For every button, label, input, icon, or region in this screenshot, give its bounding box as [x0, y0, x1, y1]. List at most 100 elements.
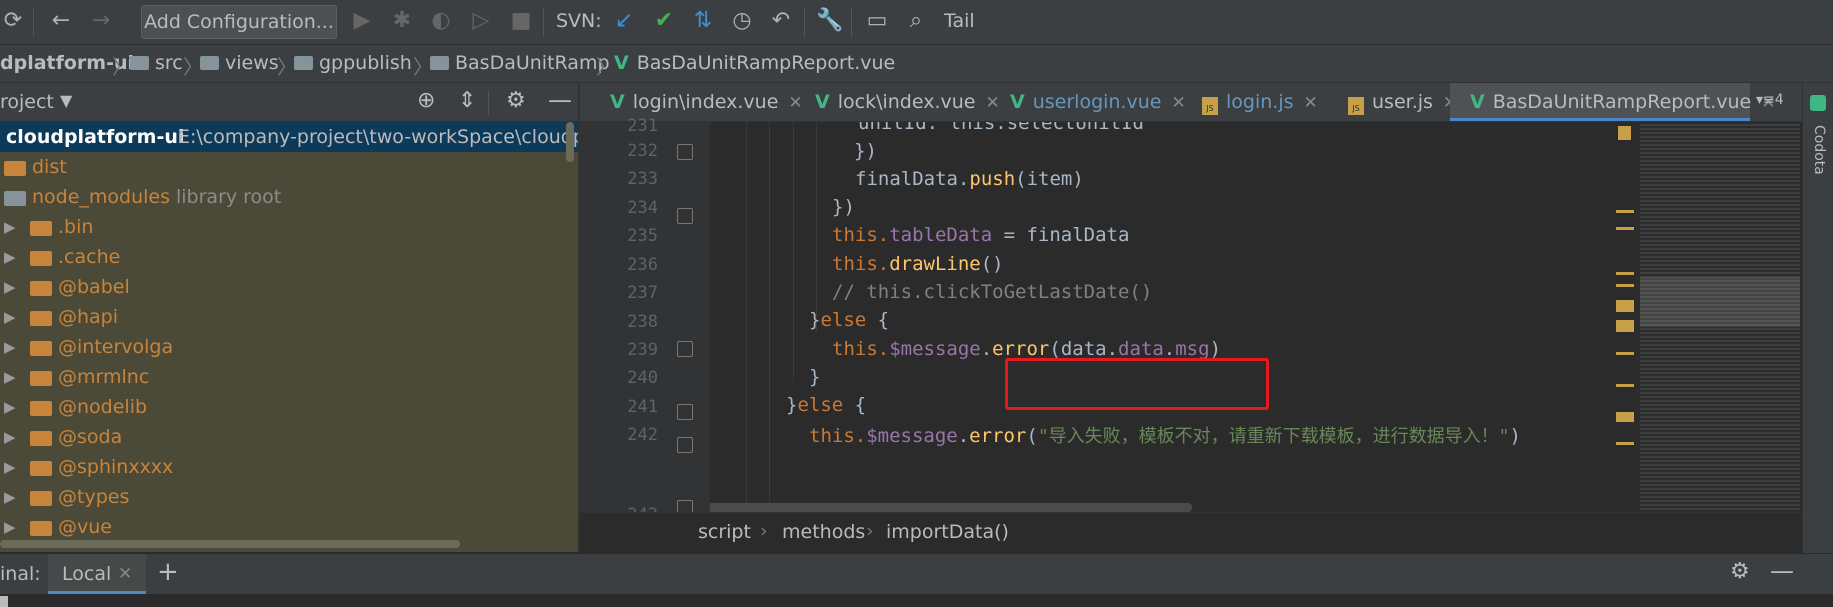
tree-item[interactable]: ▶ .cache [0, 242, 578, 272]
collapse-all-icon[interactable]: ⇕ [458, 88, 476, 113]
project-panel-title[interactable]: roject [0, 91, 54, 113]
add-configuration-button[interactable]: Add Configuration... [141, 5, 337, 39]
tree-item[interactable]: ▶ .bin [0, 212, 578, 242]
breadcrumb-basdaunitramp[interactable]: BasDaUnitRamp [430, 52, 610, 74]
svn-update-icon[interactable]: ↙ [611, 8, 637, 34]
tab-login-js[interactable]: JS login.js ✕ [1197, 83, 1342, 121]
wrench-icon[interactable]: 🔧 [816, 8, 843, 34]
tab-lock-index-vue[interactable]: Vlock\index.vue ✕ [810, 83, 1005, 121]
horizontal-scrollbar[interactable] [0, 540, 460, 548]
usage-marker[interactable] [1616, 300, 1634, 312]
tree-item[interactable]: ▶ @sphinxxxx [0, 452, 578, 482]
line-number: 240 [627, 368, 658, 388]
tail-label[interactable]: Tail [944, 10, 975, 32]
expand-arrow-icon[interactable]: ▶ [4, 422, 16, 452]
expand-arrow-icon[interactable]: ▶ [4, 452, 16, 482]
terminal-window-icon[interactable]: ▭ [864, 8, 890, 34]
tree-item[interactable]: ▶ @types [0, 482, 578, 512]
close-icon[interactable]: ✕ [788, 93, 802, 113]
line-number: 241 [627, 397, 658, 417]
hide-panel-icon[interactable]: — [548, 86, 572, 114]
fold-marker[interactable] [677, 437, 693, 453]
breadcrumb-views[interactable]: views [200, 52, 279, 74]
tree-item-node-modules[interactable]: node_modules library root [0, 182, 578, 212]
expand-arrow-icon[interactable]: ▶ [4, 302, 16, 332]
close-icon[interactable]: ✕ [118, 564, 132, 584]
codota-icon[interactable] [1810, 95, 1826, 111]
search-icon[interactable]: ⌕ [903, 8, 929, 34]
tab-userlogin-vue[interactable]: Vuserlogin.vue ✕ [1005, 83, 1200, 121]
rollback-icon[interactable]: ↶ [768, 8, 794, 34]
usage-marker[interactable] [1616, 352, 1634, 355]
tree-root-path: E:\company-project\two-workSpace\cloudp [178, 126, 578, 148]
terminal-tab-local[interactable]: Local ✕ [48, 554, 146, 594]
expand-arrow-icon[interactable]: ▶ [4, 242, 16, 272]
tree-item-dist[interactable]: dist [0, 152, 578, 182]
profile-icon[interactable]: ▷ [468, 8, 494, 34]
usage-marker[interactable] [1616, 442, 1634, 445]
fold-marker[interactable] [677, 144, 693, 160]
tree-root-row[interactable]: cloudplatform-ui E:\company-project\two-… [0, 122, 578, 152]
code-crumb-methods[interactable]: methods [782, 521, 865, 543]
tree-item[interactable]: ▶ @babel [0, 272, 578, 302]
tab-basdaunitrampreport-vue[interactable]: V BasDaUnitRampReport.vue ✕ [1450, 83, 1776, 121]
usage-marker[interactable] [1616, 412, 1634, 422]
expand-arrow-icon[interactable]: ▶ [4, 392, 16, 422]
expand-arrow-icon[interactable]: ▶ [4, 362, 16, 392]
project-view-dropdown-icon[interactable]: ▼ [60, 91, 72, 110]
tab-overflow-button[interactable]: ▾≡4 [1756, 92, 1784, 108]
breadcrumb-file[interactable]: V BasDaUnitRampReport.vue [614, 52, 895, 74]
usage-marker[interactable] [1616, 320, 1634, 332]
breadcrumb-gppublish[interactable]: gppublish [294, 52, 412, 74]
forward-arrow-icon[interactable]: → [88, 8, 114, 34]
expand-arrow-icon[interactable]: ▶ [4, 482, 16, 512]
codota-label[interactable]: Codota [1811, 125, 1827, 177]
minimap-viewport[interactable] [1640, 277, 1800, 327]
sync-icon[interactable]: ⟳ [0, 8, 26, 34]
expand-arrow-icon[interactable]: ▶ [4, 332, 16, 362]
code-crumb-script[interactable]: script [698, 521, 751, 543]
fold-marker[interactable] [677, 404, 693, 420]
expand-arrow-icon[interactable]: ▶ [4, 212, 16, 242]
code-crumb-importdata[interactable]: importData() [886, 521, 1009, 543]
back-arrow-icon[interactable]: ← [48, 8, 74, 34]
coverage-icon[interactable]: ◐ [428, 8, 454, 34]
add-terminal-icon[interactable]: + [157, 557, 179, 587]
vertical-scrollbar[interactable] [566, 122, 574, 162]
svn-compare-icon[interactable]: ⇅ [690, 8, 716, 34]
close-icon[interactable]: ✕ [985, 93, 999, 113]
usage-marker[interactable] [1616, 384, 1634, 387]
code-line-236: this.drawLine() [832, 253, 1004, 275]
svn-commit-icon[interactable]: ✔ [651, 8, 677, 34]
warning-marker[interactable] [1618, 126, 1631, 140]
debug-icon[interactable]: ✱ [389, 8, 415, 34]
folder-icon [30, 521, 52, 536]
tree-item[interactable]: ▶ @vue [0, 512, 578, 542]
usage-marker[interactable] [1616, 272, 1634, 275]
close-icon[interactable]: ✕ [1304, 93, 1318, 113]
expand-arrow-icon[interactable]: ▶ [4, 512, 16, 542]
code-minimap[interactable] [1608, 122, 1802, 512]
settings-gear-icon[interactable]: ⚙ [1730, 559, 1750, 584]
history-icon[interactable]: ◷ [729, 8, 755, 34]
terminal-body[interactable] [0, 594, 1833, 607]
fold-marker[interactable] [677, 341, 693, 357]
tree-item[interactable]: ▶ @mrmlnc [0, 362, 578, 392]
usage-marker[interactable] [1616, 284, 1634, 287]
tree-item[interactable]: ▶ @hapi [0, 302, 578, 332]
editor-horizontal-scrollbar[interactable] [710, 503, 1192, 512]
locate-file-icon[interactable]: ⊕ [417, 88, 435, 113]
usage-marker[interactable] [1616, 210, 1634, 213]
run-icon[interactable]: ▶ [349, 8, 375, 34]
settings-gear-icon[interactable]: ⚙ [506, 88, 526, 113]
tree-item[interactable]: ▶ @soda [0, 422, 578, 452]
tree-item[interactable]: ▶ @intervolga [0, 332, 578, 362]
breadcrumb-src[interactable]: src [130, 52, 183, 74]
usage-marker[interactable] [1616, 227, 1634, 230]
hide-panel-icon[interactable]: — [1770, 557, 1794, 585]
fold-marker[interactable] [677, 208, 693, 224]
tree-item[interactable]: ▶ @nodelib [0, 392, 578, 422]
stop-icon[interactable]: ■ [508, 8, 534, 34]
expand-arrow-icon[interactable]: ▶ [4, 272, 16, 302]
close-icon[interactable]: ✕ [1171, 93, 1185, 113]
